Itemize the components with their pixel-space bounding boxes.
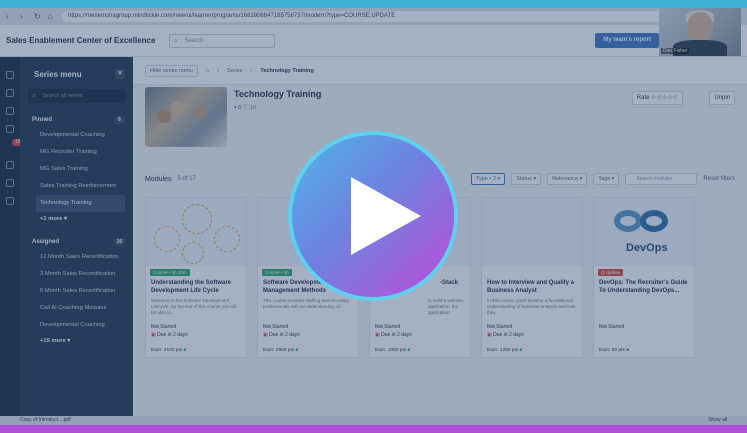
play-icon [351, 177, 421, 255]
play-button[interactable] [288, 131, 458, 301]
